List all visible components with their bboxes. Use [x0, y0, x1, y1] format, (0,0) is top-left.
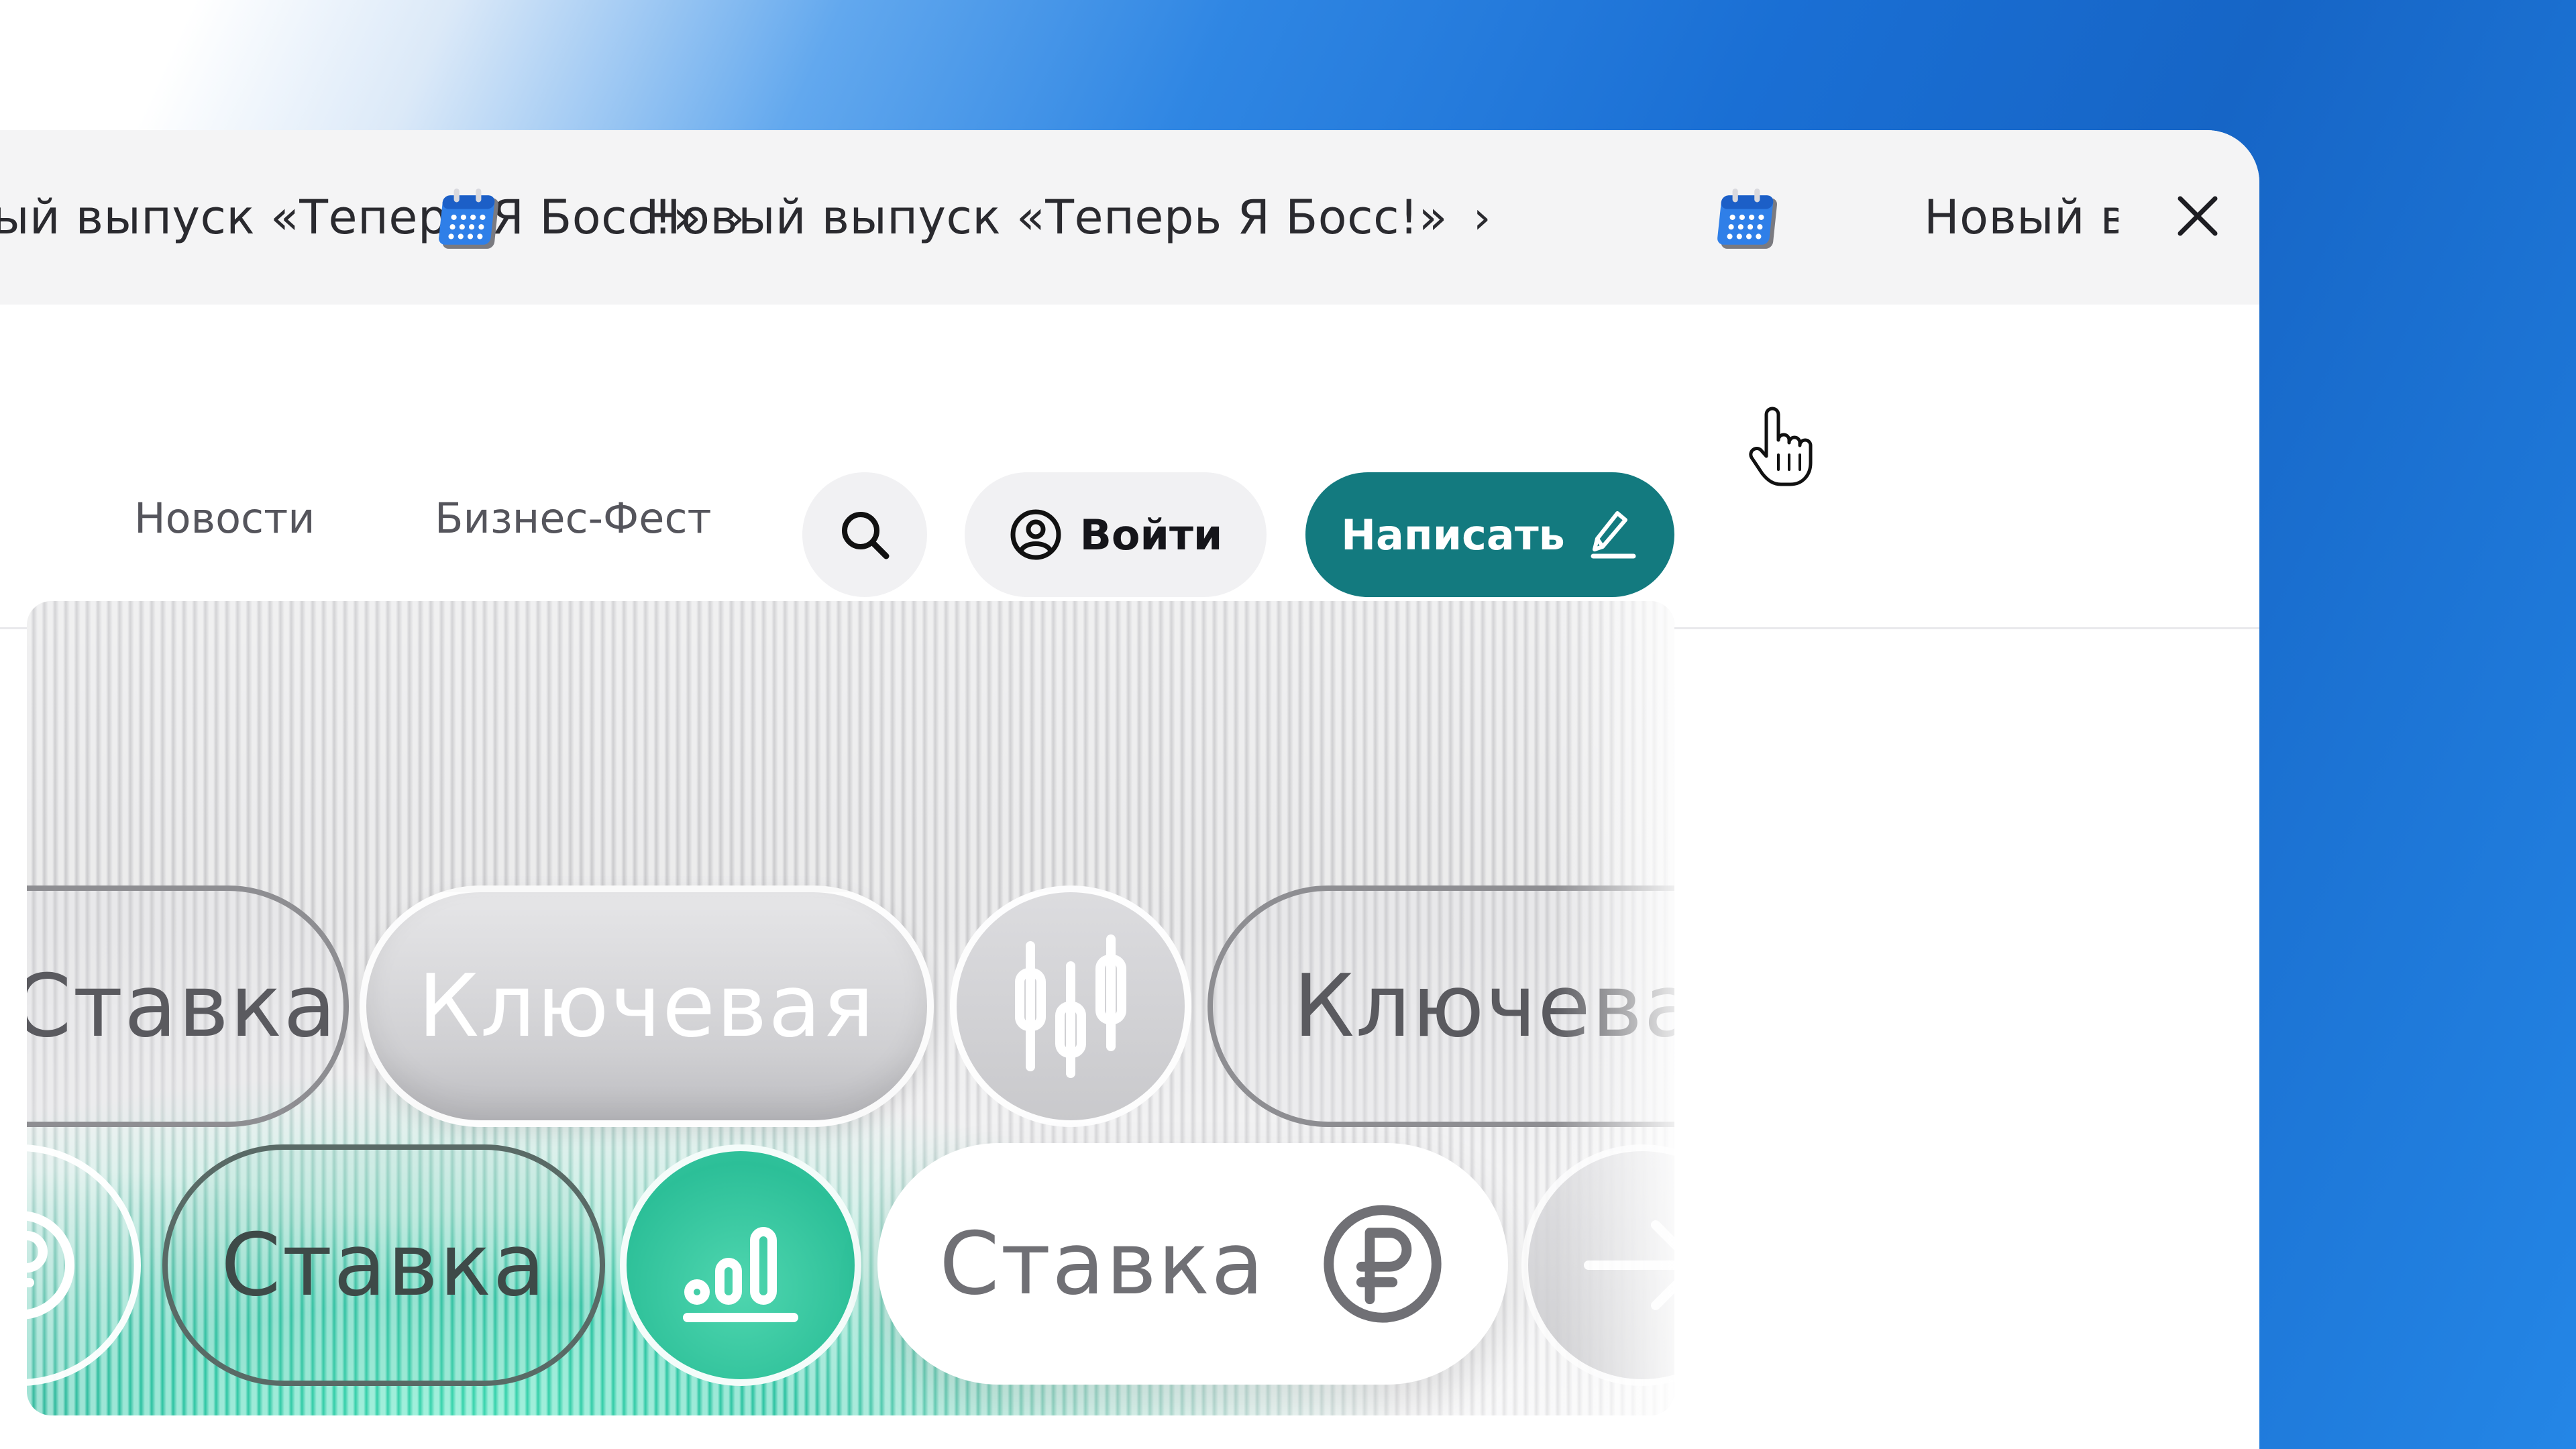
ruble-icon [1324, 1205, 1442, 1323]
write-label: Написать [1341, 510, 1565, 559]
search-icon [842, 512, 890, 559]
close-icon[interactable] [2172, 191, 2223, 241]
hero-pill-stavka-ruble: Ставка [877, 1143, 1508, 1385]
hand-pointer-icon [1749, 407, 1813, 486]
ticker-item-text: Новый выпуск «Теперь Я Босс!» [0, 190, 702, 245]
browser-window: Новый выпуск «Теперь Я Босс!» › Новый вы… [0, 130, 2259, 1449]
candlestick-icon [950, 885, 1191, 1127]
ticker-item-left[interactable]: Новый выпуск «Теперь Я Босс!» › [0, 184, 745, 251]
ticker-item-center[interactable]: Новый выпуск «Теперь Я Босс!» › [645, 184, 1491, 251]
search-button[interactable] [802, 472, 927, 597]
user-circle-icon [1010, 509, 1061, 560]
hero-pill-stavka-2: Ставка [162, 1144, 605, 1386]
hero-pill-klyuchevaya: Ключевая [360, 885, 934, 1127]
chevron-right-icon: › [1473, 191, 1491, 244]
hero-image[interactable]: Ставка Ключевая Ключевая Став [27, 601, 1674, 1415]
calendar-icon [1717, 189, 1778, 249]
calendar-icon [439, 189, 499, 249]
write-button[interactable]: Написать [1305, 472, 1674, 597]
nav-link-business-fest[interactable]: Бизнес-Фест [435, 494, 712, 543]
bar-chart-icon [620, 1144, 861, 1386]
login-label: Войти [1079, 510, 1223, 559]
login-button[interactable]: Войти [965, 472, 1267, 597]
ticker-item-text: Новый выпуск [1924, 190, 2118, 245]
hero-pill-stavka: Ставка [27, 885, 349, 1127]
pencil-icon [1591, 511, 1636, 559]
ruble-icon [27, 1144, 141, 1386]
hero-fade [1554, 601, 1674, 1415]
ticker-item-text: Новый выпуск «Теперь Я Босс!» [645, 190, 1448, 245]
ticker-item-right[interactable]: Новый выпуск [1924, 184, 2118, 251]
main-nav: Новости Бизнес-Фест Войти Написать [0, 305, 2259, 629]
nav-link-news[interactable]: Новости [134, 494, 315, 543]
news-ticker: Новый выпуск «Теперь Я Босс!» › Новый вы… [0, 130, 2259, 305]
